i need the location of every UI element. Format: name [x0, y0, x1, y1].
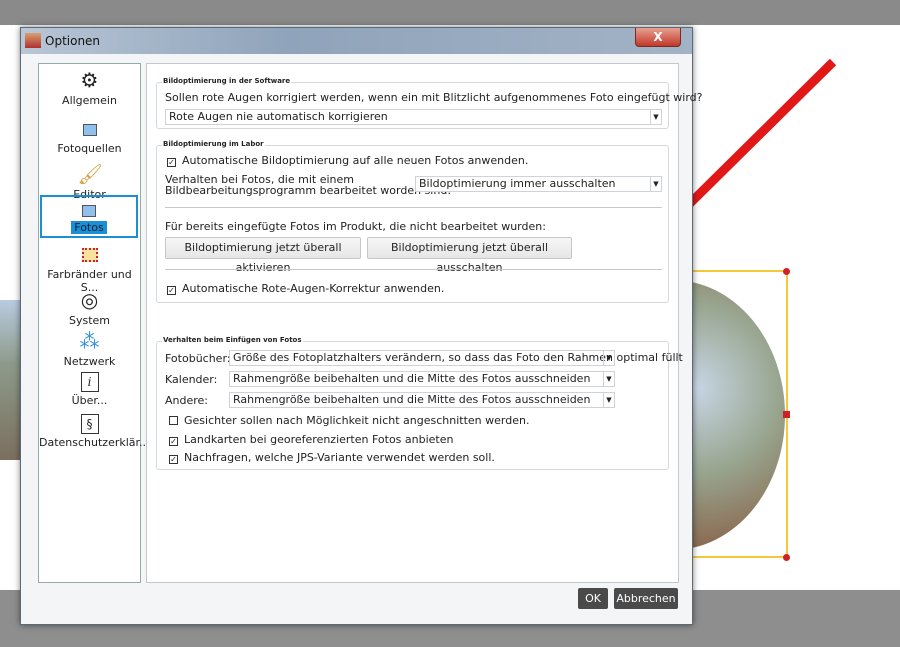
divider	[165, 207, 662, 208]
maps-checkbox[interactable]: ✓ Landkarten bei georeferenzierten Fotos …	[169, 433, 453, 446]
checkbox-label: Gesichter sollen nach Möglichkeit nicht …	[184, 414, 530, 427]
chevron-down-icon: ▼	[603, 393, 614, 407]
chevron-down-icon: ▼	[650, 110, 661, 124]
ok-button[interactable]: OK	[578, 588, 608, 609]
fotobuecher-label: Fotobücher:	[165, 352, 231, 365]
content-panel: Bildoptimierung in der Software Sollen r…	[146, 63, 702, 583]
activate-all-button[interactable]: Bildoptimierung jetzt überall aktivieren	[165, 237, 361, 274]
sidebar-item-label: System	[68, 314, 111, 327]
sidebar-item-label: Datenschutzerklär...	[39, 436, 150, 449]
group-insert: Verhalten beim Einfügen von Fotos Fotobü…	[156, 336, 683, 470]
deactivate-all-button[interactable]: Bildoptimierung jetzt überall ausschalte…	[367, 237, 572, 274]
sidebar-item-label: Fotos	[71, 221, 107, 234]
select-value: Rahmengröße beibehalten und die Mitte de…	[233, 393, 591, 406]
sidebar-item-allgemein[interactable]: ⚙ Allgemein	[39, 68, 140, 107]
redeye-select[interactable]: Rote Augen nie automatisch korrigieren ▼	[165, 109, 662, 125]
paragraph-icon: §	[80, 414, 99, 434]
sidebar-item-label: Allgemein	[62, 94, 117, 107]
group-title: Verhalten beim Einfügen von Fotos	[162, 336, 303, 344]
checkbox-checked-icon: ✓	[167, 158, 176, 167]
kalender-select[interactable]: Rahmengröße beibehalten und die Mitte de…	[229, 371, 615, 387]
options-dialog: Optionen X ⚙ Allgemein Fotoquellen 🖌 Edito…	[20, 27, 702, 625]
kalender-label: Kalender:	[165, 373, 218, 386]
chevron-down-icon: ▼	[603, 351, 614, 365]
sidebar-item-datenschutz[interactable]: § Datenschutzerklär...	[39, 414, 150, 449]
info-icon: i	[80, 372, 99, 392]
jps-checkbox[interactable]: ✓ Nachfragen, welche JPS-Variante verwend…	[169, 451, 495, 464]
photo-icon	[82, 205, 96, 217]
select-value: Größe des Fotoplatzhalters verändern, so…	[233, 351, 683, 364]
chevron-down-icon: ▼	[603, 372, 614, 386]
close-button[interactable]: X	[635, 28, 681, 47]
network-icon: ⁂	[79, 329, 100, 353]
fotobuecher-select[interactable]: Größe des Fotoplatzhalters verändern, so…	[229, 350, 683, 366]
group-labor: Bildoptimierung im Labor ✓ Automatische B…	[156, 140, 669, 303]
cancel-button[interactable]: Abbrechen	[614, 588, 678, 609]
sidebar-item-label: Netzwerk	[63, 355, 116, 368]
sidebar-item-fotoquellen[interactable]: Fotoquellen	[39, 120, 140, 155]
faces-checkbox[interactable]: Gesichter sollen nach Möglichkeit nicht …	[169, 414, 529, 427]
redeye-auto-checkbox[interactable]: ✓ Automatische Rote-Augen-Korrektur anwen…	[167, 282, 444, 295]
system-icon: ◎	[80, 288, 99, 312]
frame-icon	[81, 248, 98, 262]
app-icon	[25, 33, 41, 48]
andere-label: Andere:	[165, 394, 209, 407]
checkbox-checked-icon: ✓	[169, 455, 178, 464]
checkbox-checked-icon: ✓	[167, 286, 176, 295]
select-value: Bildoptimierung immer ausschalten	[419, 177, 616, 190]
checkbox-unchecked-icon	[169, 416, 178, 425]
divider	[165, 269, 662, 270]
checkbox-label: Automatische Rote-Augen-Korrektur anwend…	[182, 282, 445, 295]
sidebar-item-ueber[interactable]: i Über...	[39, 372, 140, 407]
checkbox-label: Automatische Bildoptimierung auf alle ne…	[182, 154, 529, 167]
sidebar-item-system[interactable]: ◎ System	[39, 288, 140, 327]
gear-icon: ⚙	[80, 68, 99, 92]
redeye-question: Sollen rote Augen korrigiert werden, wen…	[165, 91, 703, 104]
checkbox-checked-icon: ✓	[169, 437, 178, 446]
photo-icon	[82, 124, 97, 136]
group-title: Bildoptimierung in der Software	[162, 77, 292, 85]
andere-select[interactable]: Rahmengröße beibehalten und die Mitte de…	[229, 392, 615, 408]
select-value: Rahmengröße beibehalten und die Mitte de…	[233, 372, 591, 385]
select-value: Rote Augen nie automatisch korrigieren	[169, 110, 388, 123]
title-bar[interactable]: Optionen X	[21, 28, 692, 54]
sidebar-item-label: Über...	[71, 394, 108, 407]
sidebar-item-fotos[interactable]: Fotos	[40, 195, 138, 238]
sidebar-item-netzwerk[interactable]: ⁂ Netzwerk	[39, 329, 140, 368]
dialog-title: Optionen	[45, 34, 101, 48]
sidebar-item-farbraender[interactable]: Farbränder und S...	[39, 246, 140, 294]
existing-photos-label: Für bereits eingefügte Fotos im Produkt,…	[165, 220, 546, 233]
brush-icon: 🖌	[77, 162, 103, 186]
edited-label: Bildbearbeitungsprogramm bearbeitet word…	[165, 184, 452, 197]
chevron-down-icon: ▼	[650, 177, 661, 191]
edited-photos-select[interactable]: Bildoptimierung immer ausschalten ▼	[415, 176, 662, 192]
sidebar: ⚙ Allgemein Fotoquellen 🖌 Editor Fotos Far…	[38, 63, 150, 583]
auto-opt-checkbox[interactable]: ✓ Automatische Bildoptimierung auf alle n…	[167, 154, 528, 167]
checkbox-label: Nachfragen, welche JPS-Variante verwende…	[184, 451, 495, 464]
checkbox-label: Landkarten bei georeferenzierten Fotos a…	[184, 433, 454, 446]
group-title: Bildoptimierung im Labor	[162, 140, 265, 148]
sidebar-item-label: Fotoquellen	[57, 142, 122, 155]
group-software: Bildoptimierung in der Software Sollen r…	[156, 77, 702, 129]
